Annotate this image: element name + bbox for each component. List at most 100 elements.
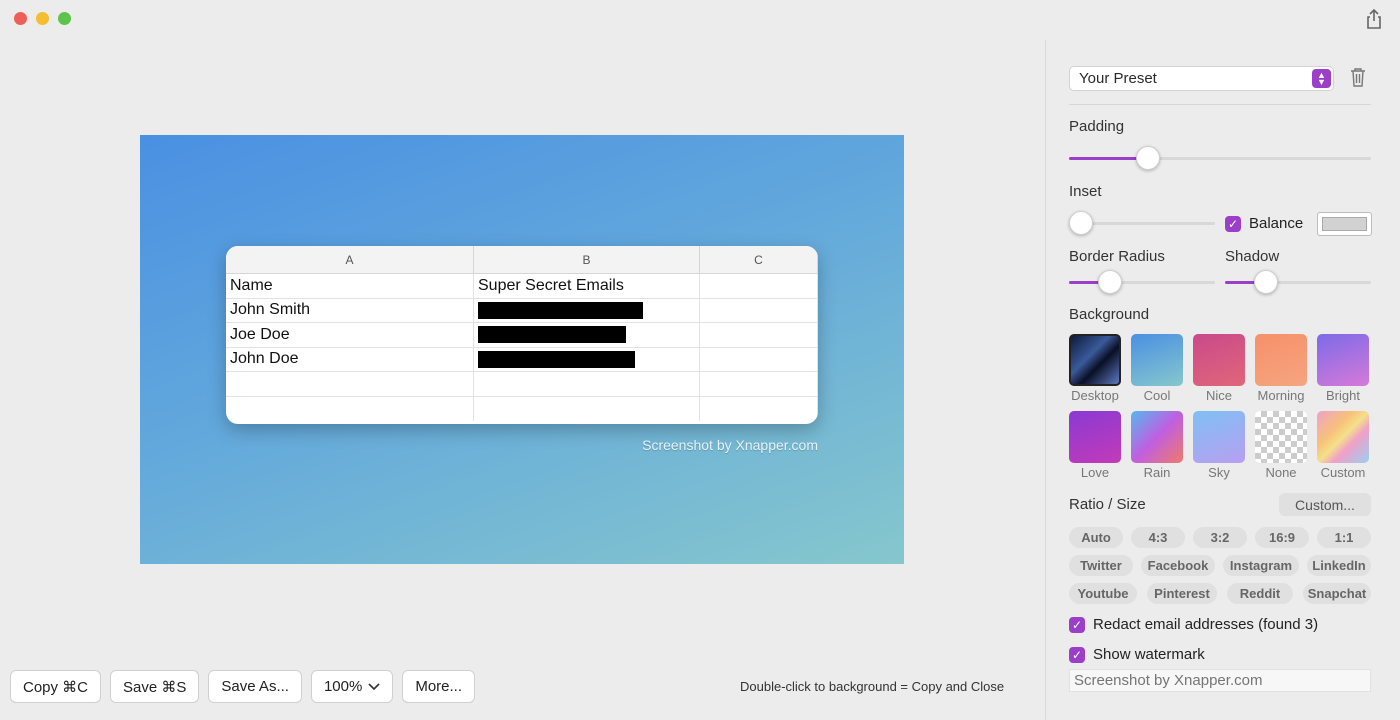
bg-swatch bbox=[1317, 411, 1369, 463]
bg-option-love[interactable]: Love bbox=[1069, 411, 1121, 480]
color-swatch bbox=[1322, 217, 1367, 231]
bg-swatch bbox=[1069, 334, 1121, 386]
border-radius-label: Border Radius bbox=[1069, 248, 1165, 265]
zoom-dropdown[interactable]: 100% bbox=[310, 670, 394, 703]
redact-checkbox[interactable]: ✓ bbox=[1069, 616, 1085, 633]
bg-swatch bbox=[1193, 411, 1245, 463]
custom-size-button[interactable]: Custom... bbox=[1279, 493, 1371, 516]
ratio-16-9-button[interactable]: 16:9 bbox=[1255, 527, 1309, 548]
bg-caption: Love bbox=[1080, 465, 1110, 480]
bg-swatch bbox=[1317, 334, 1369, 386]
slider-knob[interactable] bbox=[1069, 211, 1093, 235]
size-instagram-button[interactable]: Instagram bbox=[1223, 555, 1299, 576]
cell-b2 bbox=[474, 298, 700, 322]
watermark-text-input[interactable] bbox=[1069, 669, 1371, 692]
padding-slider[interactable] bbox=[1069, 146, 1371, 170]
table-row: John Doe bbox=[226, 347, 818, 372]
cell-a4: John Doe bbox=[226, 347, 474, 371]
redaction-bar bbox=[478, 301, 643, 319]
bg-caption: Morning bbox=[1257, 388, 1305, 403]
column-header-c: C bbox=[700, 246, 818, 273]
bg-caption: Rain bbox=[1143, 465, 1171, 480]
bg-option-rain[interactable]: Rain bbox=[1131, 411, 1183, 480]
size-twitter-button[interactable]: Twitter bbox=[1069, 555, 1133, 576]
redact-emails-toggle[interactable]: ✓ Redact email addresses (found 3) bbox=[1069, 616, 1318, 633]
bg-option-cool[interactable]: Cool bbox=[1131, 334, 1183, 403]
inset-color-well[interactable] bbox=[1317, 212, 1372, 236]
save-as-button[interactable]: Save As... bbox=[208, 670, 302, 703]
platform-row-2: Youtube Pinterest Reddit Snapchat bbox=[1069, 583, 1371, 604]
zoom-value: 100% bbox=[323, 678, 363, 695]
trash-icon[interactable] bbox=[1349, 66, 1367, 88]
size-linkedin-button[interactable]: LinkedIn bbox=[1307, 555, 1371, 576]
spreadsheet-screenshot: A B C Name Super Secret Emails John Smit… bbox=[226, 246, 818, 424]
ratio-size-label: Ratio / Size bbox=[1069, 496, 1146, 513]
bg-caption: Custom bbox=[1320, 465, 1366, 480]
size-youtube-button[interactable]: Youtube bbox=[1069, 583, 1137, 604]
bg-option-custom[interactable]: Custom bbox=[1317, 411, 1369, 480]
preset-value: Your Preset bbox=[1079, 70, 1157, 87]
balance-checkbox[interactable]: ✓ bbox=[1225, 215, 1241, 232]
minimize-window-button[interactable] bbox=[36, 12, 49, 25]
bottom-toolbar: Copy ⌘C Save ⌘S Save As... 100% More... bbox=[10, 670, 476, 703]
empty-cell bbox=[474, 372, 700, 396]
maximize-window-button[interactable] bbox=[58, 12, 71, 25]
padding-label: Padding bbox=[1069, 118, 1125, 135]
table-row bbox=[226, 396, 818, 421]
balance-toggle[interactable]: ✓ Balance bbox=[1225, 215, 1303, 232]
border-radius-slider[interactable] bbox=[1069, 270, 1215, 294]
share-icon[interactable] bbox=[1364, 8, 1384, 30]
empty-cell bbox=[700, 396, 818, 421]
bg-swatch bbox=[1069, 411, 1121, 463]
cell-a1: Name bbox=[226, 274, 474, 298]
cell-a2: John Smith bbox=[226, 298, 474, 322]
select-stepper-icon: ▲ ▼ bbox=[1312, 69, 1331, 88]
cell-c2 bbox=[700, 298, 818, 322]
bg-caption: Nice bbox=[1205, 388, 1232, 403]
bg-option-desktop[interactable]: Desktop bbox=[1069, 334, 1121, 403]
bg-option-bright[interactable]: Bright bbox=[1317, 334, 1369, 403]
ratio-3-2-button[interactable]: 3:2 bbox=[1193, 527, 1247, 548]
canvas-watermark: Screenshot by Xnapper.com bbox=[642, 437, 818, 453]
slider-knob[interactable] bbox=[1135, 146, 1160, 170]
empty-cell bbox=[226, 372, 474, 396]
slider-knob[interactable] bbox=[1253, 270, 1278, 294]
cell-b4 bbox=[474, 347, 700, 371]
size-reddit-button[interactable]: Reddit bbox=[1227, 583, 1293, 604]
slider-knob[interactable] bbox=[1097, 270, 1122, 294]
cell-c4 bbox=[700, 347, 818, 371]
bg-swatch bbox=[1255, 334, 1307, 386]
bg-swatch bbox=[1131, 411, 1183, 463]
inset-slider[interactable] bbox=[1069, 211, 1215, 235]
bg-option-nice[interactable]: Nice bbox=[1193, 334, 1245, 403]
watermark-checkbox[interactable]: ✓ bbox=[1069, 646, 1085, 663]
ratio-4-3-button[interactable]: 4:3 bbox=[1131, 527, 1185, 548]
platform-row-1: Twitter Facebook Instagram LinkedIn bbox=[1069, 555, 1371, 576]
bg-swatch bbox=[1131, 334, 1183, 386]
close-window-button[interactable] bbox=[14, 12, 27, 25]
ratio-auto-button[interactable]: Auto bbox=[1069, 527, 1123, 548]
preview-canvas[interactable]: A B C Name Super Secret Emails John Smit… bbox=[140, 135, 904, 564]
copy-button[interactable]: Copy ⌘C bbox=[10, 670, 102, 703]
ratio-1-1-button[interactable]: 1:1 bbox=[1317, 527, 1371, 548]
bg-option-none[interactable]: None bbox=[1255, 411, 1307, 480]
size-snapchat-button[interactable]: Snapchat bbox=[1303, 583, 1371, 604]
shadow-slider[interactable] bbox=[1225, 270, 1371, 294]
save-button[interactable]: Save ⌘S bbox=[110, 670, 200, 703]
bg-option-morning[interactable]: Morning bbox=[1255, 334, 1307, 403]
cell-a3: Joe Doe bbox=[226, 323, 474, 347]
column-header-b: B bbox=[474, 246, 700, 273]
background-grid: Desktop Cool Nice Morning Bright Love Ra… bbox=[1069, 334, 1371, 480]
ratio-row: Auto 4:3 3:2 16:9 1:1 bbox=[1069, 527, 1371, 548]
bg-option-sky[interactable]: Sky bbox=[1193, 411, 1245, 480]
table-row bbox=[226, 372, 818, 397]
preset-select[interactable]: Your Preset ▲ ▼ bbox=[1069, 66, 1334, 91]
bg-caption: Bright bbox=[1326, 388, 1360, 403]
more-button[interactable]: More... bbox=[402, 670, 476, 703]
redaction-bar bbox=[478, 350, 635, 368]
empty-cell bbox=[474, 396, 700, 421]
size-pinterest-button[interactable]: Pinterest bbox=[1147, 583, 1217, 604]
show-watermark-toggle[interactable]: ✓ Show watermark bbox=[1069, 646, 1205, 663]
cell-c3 bbox=[700, 323, 818, 347]
size-facebook-button[interactable]: Facebook bbox=[1141, 555, 1215, 576]
